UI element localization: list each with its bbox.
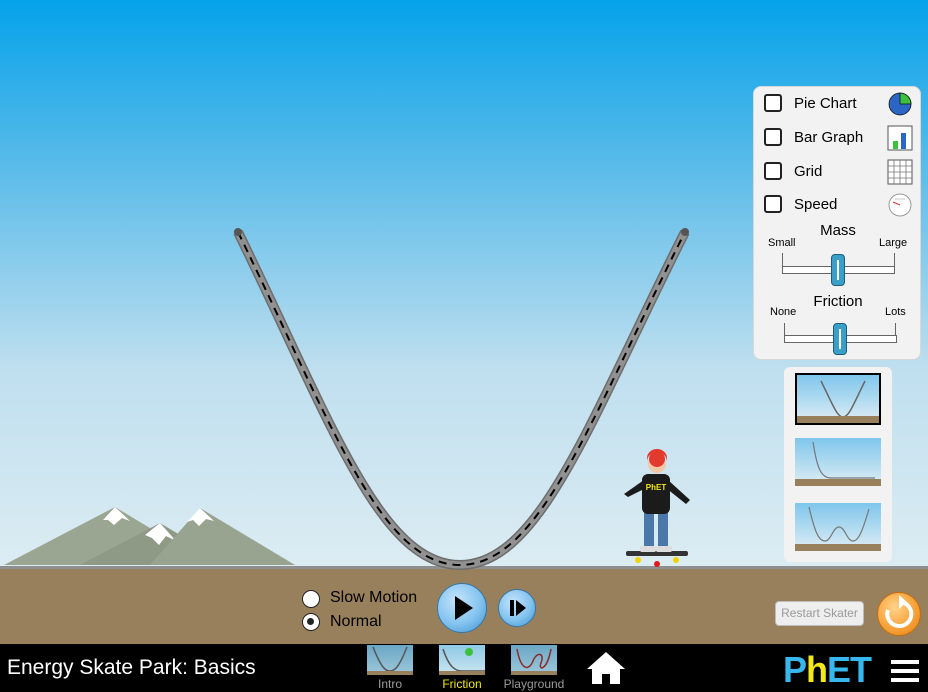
home-icon[interactable] [585,650,627,686]
pie-chart-icon [888,92,912,116]
speed-checkbox[interactable] [764,195,782,213]
reset-all-icon [885,595,914,628]
step-forward-button[interactable] [498,589,536,627]
screen-tab-playground[interactable]: Playground [503,644,565,692]
bar-graph-checkbox[interactable] [764,128,782,146]
skate-track[interactable] [233,228,690,571]
skater[interactable]: PhET [624,449,690,567]
normal-radio[interactable] [302,613,320,631]
slow-motion-radio[interactable] [302,590,320,608]
navigation-bar: Energy Skate Park: Basics Intro Friction [0,644,928,692]
intro-screen-icon [367,645,413,675]
playground-screen-icon [511,645,557,675]
bar-graph-icon [887,125,913,151]
friction-slider-thumb[interactable] [832,323,847,355]
menu-bar [891,669,919,673]
grid-label: Grid [794,163,823,180]
menu-bar [891,678,919,682]
bar-graph-checkbox-row[interactable]: Bar Graph [764,125,914,151]
pie-chart-checkbox-row[interactable]: Pie Chart [764,91,914,117]
mass-min-label: Small [768,237,796,249]
step-forward-icon [510,600,526,616]
track-option-double-well[interactable] [795,503,881,551]
friction-thumbnail [439,648,485,675]
track-selector-panel [784,367,892,562]
track-ground [795,544,881,551]
track-option-parabola[interactable] [795,373,881,425]
pie-chart-checkbox[interactable] [764,94,782,112]
screen-label-friction: Friction [442,677,482,691]
friction-screen-icon [439,645,485,675]
screen-tab-intro[interactable]: Intro [359,644,421,692]
track-ground [795,479,881,486]
mountains [4,507,295,565]
play-icon [455,596,473,620]
friction-min-label: None [770,306,797,318]
slow-motion-label: Slow Motion [330,589,418,606]
controls-panel: Pie Chart Bar Graph Grid Speed Mass Smal… [753,86,921,360]
speed-checkbox-row[interactable]: Speed [764,192,914,218]
friction-max-label: Lots [885,306,906,318]
reset-all-button[interactable] [877,592,921,636]
mass-slider-thumb[interactable] [830,254,845,286]
phet-logo[interactable]: PhET [783,649,872,691]
normal-label: Normal [330,613,382,630]
menu-bar [891,660,919,664]
screen-label-playground: Playground [503,677,565,691]
skater-shirt-logo: PhET [646,483,667,492]
hamburger-menu-icon[interactable] [891,660,919,682]
intro-thumbnail [367,646,413,675]
track-option-ramp[interactable] [795,438,881,486]
restart-skater-button[interactable]: Restart Skater [775,601,864,626]
sim-title: Energy Skate Park: Basics [7,656,256,679]
grid-icon [887,159,913,185]
grid-checkbox[interactable] [764,162,782,180]
mass-max-label: Large [879,237,908,249]
screen-label-intro: Intro [377,677,402,691]
grid-checkbox-row[interactable]: Grid [764,159,914,185]
playground-thumbnail [511,648,557,675]
speedometer-icon [888,193,912,217]
bar-graph-label: Bar Graph [794,129,864,146]
play-button[interactable] [437,583,487,633]
pie-chart-label: Pie Chart [794,95,857,112]
track-ground [797,416,879,423]
screen-tab-friction[interactable]: Friction [431,644,493,692]
speed-label: Speed [794,196,838,213]
